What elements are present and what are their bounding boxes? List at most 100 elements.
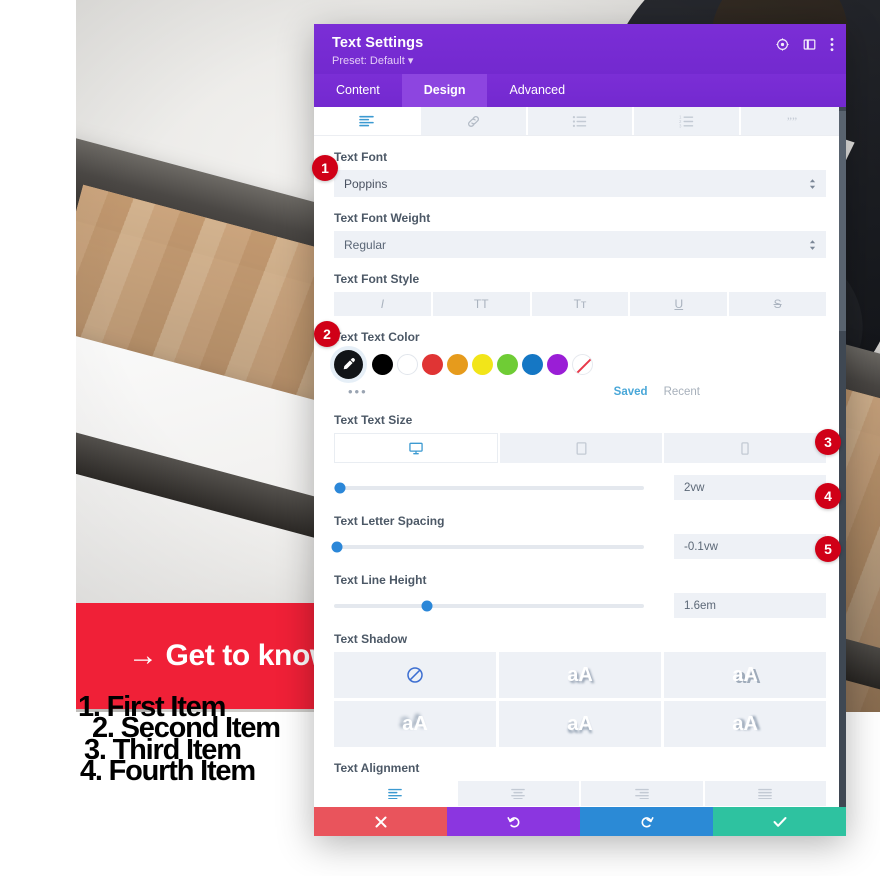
underline-button[interactable]: U [630,292,728,316]
uppercase-button[interactable]: TT [432,292,530,316]
select-arrows-icon [809,239,816,250]
ordered-list-icon[interactable]: 1 2 3 [634,107,742,135]
saved-colors-link[interactable]: Saved [614,386,648,398]
tablet-icon[interactable] [500,433,662,463]
callout-badge-1: 1 [312,155,338,181]
color-meta-row: ••• Saved Recent [334,384,826,399]
panel-scrollbar[interactable] [839,107,846,807]
text-alignment-group [334,781,826,806]
more-vertical-icon[interactable] [830,37,834,52]
callout-badge-5: 5 [815,536,841,562]
text-font-value: Poppins [344,176,388,191]
tab-design[interactable]: Design [401,74,488,107]
close-icon [375,816,386,827]
callout-badge-3: 3 [815,429,841,455]
text-size-value[interactable]: 2vw [674,475,826,500]
align-justify-icon[interactable] [704,781,826,806]
shadow-preview: aA [732,712,758,735]
undo-icon [506,816,519,827]
color-swatch-row [334,350,826,379]
modal-header: Text Settings Preset: Default ▾ [314,24,846,74]
line-height-slider-knob[interactable] [421,600,433,611]
unordered-list-icon[interactable] [527,107,635,135]
shadow-option-5[interactable]: aA [499,701,661,747]
strikethrough-button[interactable]: S [729,292,826,316]
shadow-none-option[interactable] [334,652,496,698]
shadow-option-3[interactable]: aA [664,652,826,698]
eyedropper-icon[interactable] [334,350,363,379]
shadow-option-4[interactable]: aA [334,701,496,747]
modal-title: Text Settings [332,35,424,51]
text-font-style-label: Text Font Style [334,272,420,286]
none-icon [407,667,423,683]
strikethrough-icon: S [773,297,782,311]
swatch-green[interactable] [497,354,518,375]
text-font-weight-select[interactable]: Regular [334,231,826,258]
text-text-size-label: Text Text Size [334,413,413,427]
line-height-slider[interactable] [334,600,644,611]
letter-spacing-value[interactable]: -0.1vw [674,534,826,559]
swatch-blue[interactable] [522,354,543,375]
align-left-icon[interactable] [334,781,456,806]
link-icon[interactable] [420,107,528,135]
letter-spacing-slider-row: -0.1vw [331,534,826,559]
letter-spacing-slider-knob[interactable] [331,541,343,552]
shadow-option-6[interactable]: aA [664,701,826,747]
italic-icon: I [380,297,385,311]
phone-icon[interactable] [664,433,826,463]
underline-icon: U [674,297,684,311]
shadow-option-2[interactable]: aA [499,652,661,698]
modal-header-icons [776,37,834,52]
text-size-slider[interactable] [334,482,644,493]
desktop-icon[interactable] [334,433,498,463]
cancel-button[interactable] [314,807,447,836]
recent-colors-link[interactable]: Recent [664,386,700,398]
modal-tabs: Content Design Advanced [314,74,846,107]
save-button[interactable] [713,807,846,836]
redo-button[interactable] [580,807,713,836]
swatch-transparent[interactable] [572,354,593,375]
align-right-icon[interactable] [581,781,703,806]
text-alignment-label: Text Alignment [334,761,420,775]
redo-icon [641,816,654,827]
shadow-preview: aA [402,712,428,735]
align-center-icon[interactable] [457,781,579,806]
italic-button[interactable]: I [334,292,431,316]
panel-scrollbar-thumb[interactable] [839,111,846,331]
letter-spacing-slider[interactable] [331,541,644,552]
shadow-preview: aA [732,663,758,686]
shadow-preview: aA [567,712,593,735]
svg-text:3: 3 [679,123,682,128]
text-size-slider-row: 2vw [334,475,826,500]
chevron-down-icon: ▾ [407,55,414,67]
text-size-slider-knob[interactable] [334,482,346,493]
undo-button[interactable] [447,807,580,836]
blockquote-icon[interactable]: ”” [741,107,846,135]
paragraph-icon[interactable] [314,107,421,135]
swatch-purple[interactable] [547,354,568,375]
target-icon[interactable] [776,38,789,51]
format-toolbar: 1 2 3 ”” [314,107,846,136]
text-font-weight-label: Text Font Weight [334,211,431,225]
color-tabs: Saved Recent [614,386,826,398]
swatch-black[interactable] [372,354,393,375]
modal-preset[interactable]: Preset: Default ▾ [332,54,828,67]
callout-badge-4: 4 [815,483,841,509]
swatch-white[interactable] [397,354,418,375]
modal-body: 1 2 3 ”” Text Font Poppins Text Font Wei… [314,107,846,807]
tab-advanced[interactable]: Advanced [487,74,587,107]
text-shadow-label: Text Shadow [334,632,408,646]
swatch-red[interactable] [422,354,443,375]
line-height-value[interactable]: 1.6em [674,593,826,618]
tab-content[interactable]: Content [314,74,402,107]
text-shadow-grid: aA aA aA aA aA [334,652,826,747]
modal-action-bar [314,807,846,836]
text-font-select[interactable]: Poppins [334,170,826,197]
more-colors-icon[interactable]: ••• [334,384,368,399]
swatch-orange[interactable] [447,354,468,375]
swatch-yellow[interactable] [472,354,493,375]
text-font-weight-value: Regular [344,237,387,252]
layout-panel-icon[interactable] [803,38,816,51]
select-arrows-icon [809,178,816,189]
smallcaps-button[interactable]: Tᴛ [531,292,629,316]
